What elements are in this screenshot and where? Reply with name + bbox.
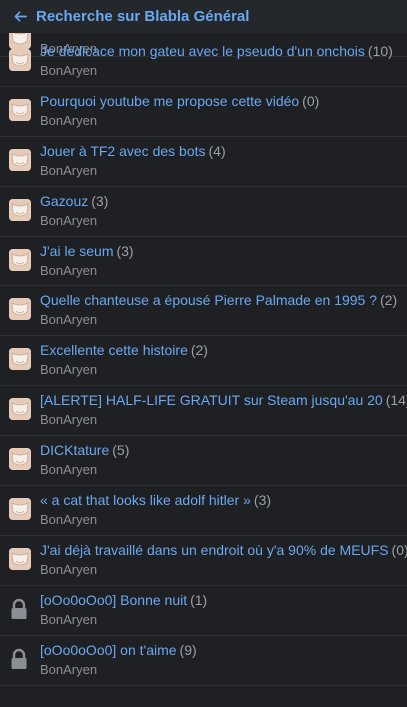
- app-header: Recherche sur Blabla Général: [0, 0, 407, 33]
- topic-reply-count: (0): [391, 541, 407, 558]
- topic-author[interactable]: BonAryen: [40, 213, 97, 229]
- topic-title[interactable]: Je dédicace mon gateu avec le pseudo d'u…: [40, 43, 365, 59]
- page-title: Recherche sur Blabla Général: [36, 8, 250, 25]
- topic-row[interactable]: Je dédicace mon gateu avec le pseudo d'u…: [0, 37, 407, 87]
- topic-row[interactable]: Quelle chanteuse a épousé Pierre Palmade…: [0, 286, 407, 337]
- topic-reply-count: (9): [179, 641, 197, 658]
- topic-row[interactable]: J'ai le seum (3) BonAryen: [0, 237, 407, 287]
- user-avatar: [9, 547, 31, 570]
- topic-title[interactable]: Quelle chanteuse a épousé Pierre Palmade…: [40, 292, 377, 308]
- topic-title[interactable]: Gazouz: [40, 193, 88, 209]
- user-avatar: [9, 198, 31, 221]
- topic-author[interactable]: BonAryen: [40, 512, 97, 528]
- topic-title[interactable]: Jouer à TF2 avec des bots: [40, 143, 206, 159]
- topic-reply-count: (3): [253, 492, 272, 509]
- topic-row[interactable]: J'ai déjà travaillé dans un endroit où y…: [0, 536, 407, 586]
- topic-title[interactable]: J'ai déjà travaillé dans un endroit où y…: [40, 542, 389, 558]
- topic-reply-count: (3): [116, 242, 134, 259]
- topic-title[interactable]: Excellente cette histoire: [40, 342, 188, 358]
- topic-author[interactable]: BonAryen: [40, 362, 97, 378]
- topic-row[interactable]: [oOo0oOo0] on t'aime (9) BonAryen: [0, 636, 407, 686]
- lock-icon: [9, 648, 29, 670]
- user-avatar: [9, 98, 31, 121]
- topic-author[interactable]: BonAryen: [40, 462, 97, 478]
- topic-title[interactable]: Pourquoi youtube me propose cette vidéo: [40, 93, 299, 109]
- topic-author[interactable]: BonAryen: [40, 312, 97, 328]
- topic-row[interactable]: [oOo0oOo0] Bonne nuit (1) BonAryen: [0, 586, 407, 636]
- user-avatar: [9, 348, 31, 371]
- topic-title[interactable]: J'ai le seum: [40, 243, 113, 259]
- topic-row[interactable]: DICKtature (5) BonAryen: [0, 436, 407, 487]
- topic-title[interactable]: « a cat that looks like adolf hitler »: [40, 492, 251, 508]
- user-avatar: [9, 49, 31, 71]
- topic-row[interactable]: Excellente cette histoire (2) BonAryen: [0, 336, 407, 387]
- arrow-left-icon[interactable]: [14, 10, 28, 24]
- topic-reply-count: (3): [91, 192, 109, 209]
- user-avatar: [9, 398, 31, 421]
- topic-reply-count: (14): [385, 392, 407, 409]
- topic-reply-count: (10): [367, 43, 393, 59]
- topic-row[interactable]: Pourquoi youtube me propose cette vidéo(…: [0, 87, 407, 137]
- topic-author[interactable]: BonAryen: [40, 263, 97, 279]
- topic-row[interactable]: [ALERTE] HALF-LIFE GRATUIT sur Steam jus…: [0, 386, 407, 437]
- topic-author[interactable]: BonAryen: [40, 113, 97, 129]
- topic-row[interactable]: Jouer à TF2 avec des bots (4) BonAryen: [0, 137, 407, 187]
- topic-list: Je dédicace mon gateu avec le pseudo d'u…: [0, 37, 407, 686]
- topic-reply-count: (2): [380, 292, 398, 309]
- user-avatar: [9, 248, 31, 271]
- user-avatar: [9, 448, 31, 471]
- topic-author[interactable]: BonAryen: [40, 612, 97, 628]
- topic-reply-count: (0): [302, 92, 320, 109]
- topic-title[interactable]: [oOo0oOo0] Bonne nuit: [40, 592, 187, 608]
- topic-reply-count: (4): [208, 142, 226, 159]
- topic-title[interactable]: DICKtature: [40, 442, 109, 458]
- topic-title[interactable]: [ALERTE] HALF-LIFE GRATUIT sur Steam jus…: [40, 392, 383, 408]
- topic-reply-count: (5): [112, 442, 130, 459]
- user-avatar: [9, 148, 31, 171]
- topic-author[interactable]: BonAryen: [40, 163, 97, 179]
- topic-row[interactable]: « a cat that looks like adolf hitler » (3…: [0, 486, 407, 536]
- topic-author[interactable]: BonAryen: [40, 562, 97, 578]
- topic-reply-count: (1): [190, 591, 208, 608]
- user-avatar: [9, 298, 31, 321]
- topic-author[interactable]: BonAryen: [40, 63, 97, 79]
- topic-title[interactable]: [oOo0oOo0] on t'aime: [40, 642, 177, 658]
- topic-row[interactable]: Gazouz (3) BonAryen: [0, 187, 407, 237]
- user-avatar: [9, 498, 31, 521]
- lock-icon: [9, 598, 29, 620]
- topic-author[interactable]: BonAryen: [40, 412, 97, 428]
- topic-reply-count: (2): [190, 342, 208, 359]
- topic-author[interactable]: BonAryen: [40, 662, 97, 678]
